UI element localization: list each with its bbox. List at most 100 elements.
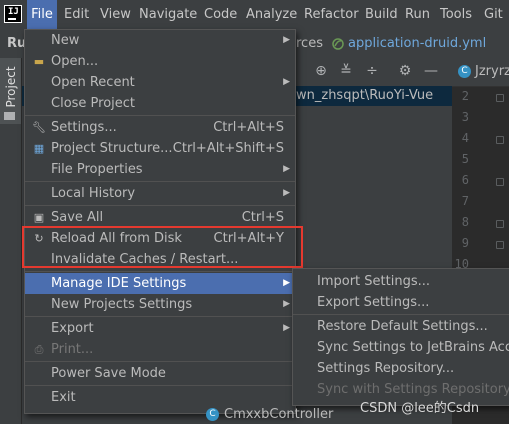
menu-item-label: Restore Default Settings... xyxy=(317,319,488,334)
line-number: 3 xyxy=(461,110,469,124)
submenu-arrow-icon: ▶ xyxy=(283,188,290,198)
menu-build[interactable]: Build xyxy=(365,0,398,30)
menu-edit[interactable]: Edit xyxy=(64,0,89,30)
menu-run[interactable]: Run xyxy=(405,0,430,30)
menu-separator xyxy=(293,314,509,315)
menu-item-settings[interactable]: 🔧︎ Settings... Ctrl+Alt+S xyxy=(25,117,295,138)
locate-icon[interactable]: ⊕ xyxy=(312,62,330,80)
wrench-icon: 🔧︎ xyxy=(32,121,46,134)
shortcut-label: Ctrl+Alt+S xyxy=(213,120,284,135)
fold-marker-icon[interactable] xyxy=(496,94,504,102)
menu-item-export[interactable]: Export ▶ xyxy=(25,318,295,339)
line-number: 6 xyxy=(461,173,469,187)
shortcut-label: Ctrl+Alt+Shift+S xyxy=(172,141,284,156)
menu-item-label: Settings... xyxy=(51,120,117,135)
project-tool-tab-label: Project xyxy=(4,66,18,108)
menu-item-power-save-mode[interactable]: Power Save Mode xyxy=(25,363,295,384)
folder-icon xyxy=(4,112,15,120)
breadcrumb-file[interactable]: application-druid.yml xyxy=(348,36,486,51)
menu-separator xyxy=(25,316,295,317)
menu-item-project-structure[interactable]: ▦ Project Structure... Ctrl+Alt+Shift+S xyxy=(25,138,295,159)
menu-item-label: Print... xyxy=(51,342,94,357)
menu-item-save-all[interactable]: ▣ Save All Ctrl+S xyxy=(25,207,295,228)
menu-item-label: Export xyxy=(51,321,94,336)
expand-all-icon[interactable]: ≚ xyxy=(337,62,355,80)
menu-view[interactable]: View xyxy=(100,0,131,30)
editor-tab-bar: C Jzryrz xyxy=(452,58,509,87)
submenu-arrow-icon: ▶ xyxy=(283,278,290,288)
menu-item-label: Exit xyxy=(51,390,76,405)
submenu-item-export-settings[interactable]: Export Settings... xyxy=(293,292,509,313)
print-icon: ⎙ xyxy=(34,343,44,356)
submenu-arrow-icon: ▶ xyxy=(283,77,290,87)
folder-icon: ▬ xyxy=(33,55,45,68)
menu-item-label: Settings Repository... xyxy=(317,361,455,376)
menu-item-open-recent[interactable]: Open Recent ▶ xyxy=(25,72,295,93)
submenu-item-sync-jetbrains[interactable]: Sync Settings to JetBrains Accou xyxy=(293,337,509,358)
menu-tools[interactable]: Tools xyxy=(440,0,472,30)
project-path-fragment: wn_zhsqpt\RuoYi-Vue xyxy=(296,88,434,103)
menu-item-open[interactable]: ▬ Open... xyxy=(25,51,295,72)
menu-item-print: ⎙ Print... xyxy=(25,339,295,360)
menu-file[interactable]: File xyxy=(27,0,57,30)
save-icon: ▣ xyxy=(33,211,45,224)
tree-item-controller[interactable]: CmxxbController xyxy=(224,407,333,422)
spring-leaf-icon xyxy=(332,38,344,50)
fold-marker-icon[interactable] xyxy=(496,178,504,186)
menu-separator xyxy=(25,205,295,206)
menu-item-label: Close Project xyxy=(51,96,136,111)
menu-item-label: Local History xyxy=(51,186,136,201)
breadcrumb-fragment[interactable]: rces xyxy=(296,36,323,51)
menu-navigate[interactable]: Navigate xyxy=(139,0,197,30)
fold-marker-icon[interactable] xyxy=(496,136,504,144)
menu-item-label: File Properties xyxy=(51,162,143,177)
collapse-all-icon[interactable]: ÷ xyxy=(363,62,381,80)
menu-item-new[interactable]: New ▶ xyxy=(25,30,295,51)
menu-item-label: New Projects Settings xyxy=(51,297,193,312)
menu-separator xyxy=(25,361,295,362)
class-icon: C xyxy=(458,65,471,78)
line-number: 2 xyxy=(461,89,469,103)
red-highlight-box xyxy=(22,226,303,268)
editor-tab-label[interactable]: Jzryrz xyxy=(475,64,509,79)
menu-item-label: Project Structure... xyxy=(51,141,173,156)
gear-icon[interactable]: ⚙ xyxy=(396,62,414,80)
submenu-item-restore-defaults[interactable]: Restore Default Settings... xyxy=(293,316,509,337)
line-number: 9 xyxy=(461,236,469,250)
menu-item-label: Open... xyxy=(51,54,99,69)
watermark: CSDN @lee的Csdn xyxy=(360,401,480,416)
menu-analyze[interactable]: Analyze xyxy=(246,0,297,30)
submenu-arrow-icon: ▶ xyxy=(283,299,290,309)
line-number: 7 xyxy=(461,194,469,208)
submenu-item-import-settings[interactable]: Import Settings... xyxy=(293,271,509,292)
line-number: 5 xyxy=(461,152,469,166)
menu-item-label: Sync Settings to JetBrains Accou xyxy=(317,340,509,355)
submenu-arrow-icon: ▶ xyxy=(283,35,290,45)
menu-separator xyxy=(25,115,295,116)
menu-item-local-history[interactable]: Local History ▶ xyxy=(25,183,295,204)
menu-item-label: Export Settings... xyxy=(317,295,430,310)
menu-separator xyxy=(25,181,295,182)
fold-marker-icon[interactable] xyxy=(496,220,504,228)
menu-item-manage-ide-settings[interactable]: Manage IDE Settings ▶ xyxy=(25,273,295,294)
submenu-arrow-icon: ▶ xyxy=(283,164,290,174)
menu-item-exit[interactable]: Exit xyxy=(25,387,295,408)
menu-refactor[interactable]: Refactor xyxy=(304,0,359,30)
project-structure-icon: ▦ xyxy=(33,142,45,155)
menu-item-new-projects-settings[interactable]: New Projects Settings ▶ xyxy=(25,294,295,315)
class-icon: C xyxy=(206,408,219,421)
fold-marker-icon[interactable] xyxy=(496,241,504,249)
shortcut-label: Ctrl+S xyxy=(241,210,284,225)
menu-item-label: New xyxy=(51,33,80,48)
menu-separator xyxy=(25,271,295,272)
intellij-logo-icon: IJ xyxy=(4,5,22,23)
submenu-item-settings-repository[interactable]: Settings Repository... xyxy=(293,358,509,379)
menu-git[interactable]: Git xyxy=(484,0,503,30)
menu-item-label: Power Save Mode xyxy=(51,366,166,381)
hide-icon[interactable]: — xyxy=(422,62,440,80)
menu-item-file-properties[interactable]: File Properties ▶ xyxy=(25,159,295,180)
menu-separator xyxy=(25,385,295,386)
menu-item-close-project[interactable]: Close Project xyxy=(25,93,295,114)
menu-code[interactable]: Code xyxy=(204,0,237,30)
menu-bar: IJ File Edit View Navigate Code Analyze … xyxy=(0,0,509,30)
